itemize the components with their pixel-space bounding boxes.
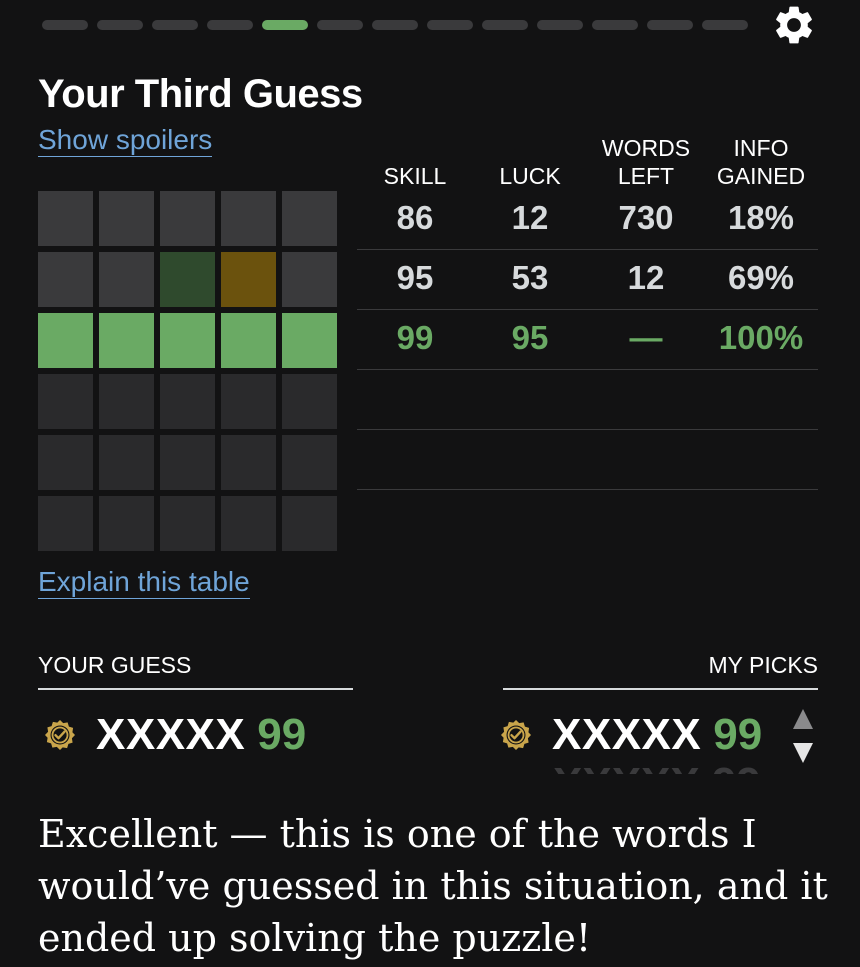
progress-segment[interactable] xyxy=(482,20,528,30)
show-spoilers-link[interactable]: Show spoilers xyxy=(38,124,213,158)
guess-word: XXXXX xyxy=(96,710,246,759)
grid-tile xyxy=(38,313,93,368)
skill-value: 95 xyxy=(396,259,434,296)
grid-tile xyxy=(99,252,154,307)
progress-segment[interactable] xyxy=(97,20,143,30)
luck-header: LUCK xyxy=(499,163,561,189)
grid-tile xyxy=(221,496,276,551)
info-gained-header: INFO GAINED xyxy=(716,135,806,189)
guess-grid xyxy=(38,191,337,551)
luck-value: 12 xyxy=(511,199,549,236)
luck-value: 95 xyxy=(511,319,549,356)
grid-tile xyxy=(99,191,154,246)
info-gained-value: 69% xyxy=(727,259,795,296)
pick-score: 99 xyxy=(713,710,763,759)
grid-tile xyxy=(282,191,337,246)
stats-row: 86 12 730 18% xyxy=(357,190,818,250)
explain-table-link[interactable]: Explain this table xyxy=(38,566,250,600)
progress-segment[interactable] xyxy=(152,20,198,30)
stats-row-empty xyxy=(357,370,818,430)
grid-tile xyxy=(160,374,215,429)
grid-tile xyxy=(221,435,276,490)
up-down-arrows-icon[interactable] xyxy=(792,707,814,765)
luck-value: 53 xyxy=(511,259,549,296)
next-pick-peek[interactable]: XXXXX 99 xyxy=(553,766,783,774)
stats-row: 95 53 12 69% xyxy=(357,250,818,310)
check-badge-icon xyxy=(501,720,531,750)
info-gained-value: 18% xyxy=(727,199,795,236)
stats-header: SKILL LUCK WORDS LEFT INFO GAINED xyxy=(357,132,818,190)
grid-tile xyxy=(99,374,154,429)
progress-segment[interactable] xyxy=(207,20,253,30)
grid-tile xyxy=(282,435,337,490)
divider xyxy=(38,688,353,690)
progress-segment-active[interactable] xyxy=(262,20,308,30)
stats-row-solved: 99 95 — 100% xyxy=(357,310,818,370)
words-left-value: — xyxy=(629,319,663,356)
grid-tile xyxy=(38,252,93,307)
grid-tile xyxy=(160,252,215,307)
grid-tile xyxy=(221,313,276,368)
words-left-value: 12 xyxy=(627,259,665,296)
grid-tile xyxy=(160,496,215,551)
my-picks-entry: XXXXX 99 xyxy=(500,710,762,760)
progress-indicator xyxy=(42,20,748,30)
grid-tile xyxy=(221,374,276,429)
grid-tile xyxy=(38,191,93,246)
grid-tile xyxy=(221,191,276,246)
check-badge-icon xyxy=(45,720,75,750)
grid-tile xyxy=(221,252,276,307)
grid-tile xyxy=(99,313,154,368)
grid-tile xyxy=(99,435,154,490)
grid-tile xyxy=(99,496,154,551)
grid-tile xyxy=(160,191,215,246)
divider xyxy=(503,688,818,690)
info-gained-value: 100% xyxy=(718,319,804,356)
grid-tile xyxy=(38,435,93,490)
grid-tile xyxy=(282,496,337,551)
grid-tile xyxy=(160,435,215,490)
words-left-header: WORDS LEFT xyxy=(601,135,691,189)
progress-segment[interactable] xyxy=(592,20,638,30)
progress-segment[interactable] xyxy=(647,20,693,30)
progress-segment[interactable] xyxy=(42,20,88,30)
progress-segment[interactable] xyxy=(702,20,748,30)
skill-value: 99 xyxy=(396,319,434,356)
stats-row-empty xyxy=(357,430,818,490)
pick-word: XXXXX xyxy=(552,710,702,759)
your-guess-entry: XXXXX 99 xyxy=(44,710,306,760)
progress-segment[interactable] xyxy=(537,20,583,30)
your-guess-label: YOUR GUESS xyxy=(38,652,192,678)
gear-icon[interactable] xyxy=(771,2,817,48)
grid-tile xyxy=(282,313,337,368)
progress-segment[interactable] xyxy=(427,20,473,30)
words-left-value: 730 xyxy=(618,199,674,236)
stats-table: SKILL LUCK WORDS LEFT INFO GAINED 86 12 73… xyxy=(357,132,818,490)
skill-value: 86 xyxy=(396,199,434,236)
progress-segment[interactable] xyxy=(317,20,363,30)
grid-tile xyxy=(160,313,215,368)
my-picks-label: MY PICKS xyxy=(708,652,819,678)
grid-tile xyxy=(38,374,93,429)
page-title: Your Third Guess xyxy=(38,72,363,116)
guess-score: 99 xyxy=(257,710,307,759)
grid-tile xyxy=(282,252,337,307)
progress-segment[interactable] xyxy=(372,20,418,30)
feedback-message: Excellent — this is one of the words I w… xyxy=(38,812,828,960)
grid-tile xyxy=(282,374,337,429)
skill-header: SKILL xyxy=(383,163,447,189)
grid-tile xyxy=(38,496,93,551)
